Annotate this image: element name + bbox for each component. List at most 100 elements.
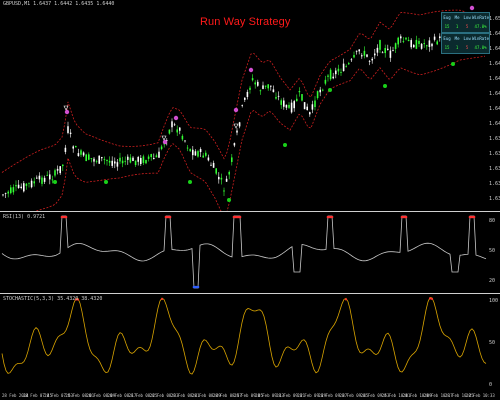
candle-body (17, 184, 20, 188)
stochastic-overbought-mark (344, 298, 348, 301)
candle-body (358, 49, 360, 52)
candle-body (410, 40, 412, 48)
sell-signal-icon (233, 107, 239, 113)
rsi-panel[interactable]: 80 50 20 (0, 212, 500, 293)
stats-header: WinRate (472, 35, 489, 41)
buy-signal-icon (53, 180, 57, 184)
candle-body (433, 36, 436, 40)
candle-body (249, 87, 251, 90)
candle-body (119, 157, 121, 162)
price-axis-label: 1.6430 (489, 91, 500, 97)
stats-header: Low (463, 14, 471, 20)
candle-body (345, 66, 347, 68)
candle-body (366, 54, 368, 57)
candle-body (30, 180, 33, 188)
candle-body (340, 71, 342, 73)
rsi-line (1, 215, 487, 289)
candle-body (220, 177, 223, 180)
candle-body (56, 168, 59, 171)
candle-body (101, 157, 103, 159)
rsi-oversold-mark (196, 285, 200, 289)
buy-signal-icon (188, 180, 192, 184)
price-chart-panel[interactable]: 1.6505 1.6490 1.6475 1.6460 1.6445 1.6430 1.64… (0, 0, 500, 211)
candle-body (236, 130, 238, 133)
candle-body (231, 157, 233, 162)
candle-body (202, 155, 204, 158)
candle-body (327, 75, 329, 77)
candle-body (335, 70, 337, 75)
lower-band-line (34, 55, 486, 211)
candle-body (51, 179, 54, 181)
stats-box-1: Eug Me Low WinRate 15 1 5 47.0% (441, 12, 490, 33)
candle-body (205, 152, 207, 156)
stochastic-panel[interactable]: 100 50 0 (0, 294, 500, 389)
candle-body (316, 91, 319, 99)
rsi-overbought-mark (330, 215, 334, 219)
candle-body (381, 52, 384, 54)
candle-body (160, 146, 163, 150)
rsi-overbought-mark (404, 215, 408, 219)
stats-header: Me (454, 14, 460, 20)
candle-body (368, 60, 371, 62)
stats-header: Me (454, 35, 460, 41)
candle-body (371, 58, 373, 61)
rsi-chart[interactable]: 80 50 20 (0, 212, 500, 293)
rsi-overbought-mark (238, 215, 242, 219)
candle-body (173, 124, 176, 126)
price-axis-label: 1.6505 (489, 16, 500, 22)
candle-body (303, 102, 306, 110)
candle-body (311, 104, 314, 110)
buy-signal-icon (328, 88, 332, 92)
candle-body (238, 122, 241, 127)
candle-body (171, 121, 173, 128)
candle-body (77, 153, 80, 157)
candle-body (233, 143, 236, 146)
candle-body (420, 43, 423, 49)
candle-body (69, 132, 72, 134)
sell-signal-icon (173, 115, 179, 121)
candle-body (147, 156, 150, 159)
candle-body (132, 157, 134, 161)
candle-body (186, 147, 189, 149)
candle-body (199, 149, 202, 153)
candle-body (353, 55, 355, 58)
candle-body (426, 45, 428, 47)
down-arrow-icon (161, 135, 167, 141)
sell-signal-icon (64, 109, 70, 115)
candle-body (418, 40, 420, 44)
candle-body (88, 154, 90, 160)
candle-body (72, 146, 74, 149)
stats-header: WinRate (472, 14, 489, 20)
candle-body (350, 59, 353, 61)
stochastic-chart[interactable]: 100 50 0 (0, 294, 500, 389)
candle-body (23, 183, 25, 192)
candle-body (413, 45, 415, 48)
candle-body (241, 105, 243, 107)
candle-body (4, 193, 7, 194)
candle-body (267, 84, 269, 89)
candle-body (41, 177, 43, 184)
candle-body (290, 102, 293, 113)
price-axis-label: 1.6355 (489, 166, 500, 172)
candle-body (394, 43, 397, 49)
candle-body (298, 91, 301, 93)
candle-body (140, 157, 142, 164)
candle-body (244, 97, 246, 100)
candle-body (80, 150, 82, 155)
price-axis-label: 1.6475 (489, 46, 500, 52)
candle-body (158, 151, 160, 158)
upper-band-line (1, 9, 486, 173)
candle-body (384, 47, 386, 54)
stats-header: Eug (443, 14, 451, 20)
candle-body (314, 100, 316, 107)
rsi-overbought-mark (168, 215, 172, 219)
candle-body (20, 186, 22, 189)
stats-value: 1 (455, 24, 459, 30)
candle-body (212, 162, 215, 168)
candle-body (90, 157, 93, 159)
candle-body (10, 187, 12, 194)
candle-body (431, 43, 433, 47)
sell-signal-icon (248, 67, 254, 73)
price-chart[interactable]: 1.6505 1.6490 1.6475 1.6460 1.6445 1.6430 1.64… (0, 0, 500, 211)
stats-value: 47.0% (474, 45, 487, 51)
